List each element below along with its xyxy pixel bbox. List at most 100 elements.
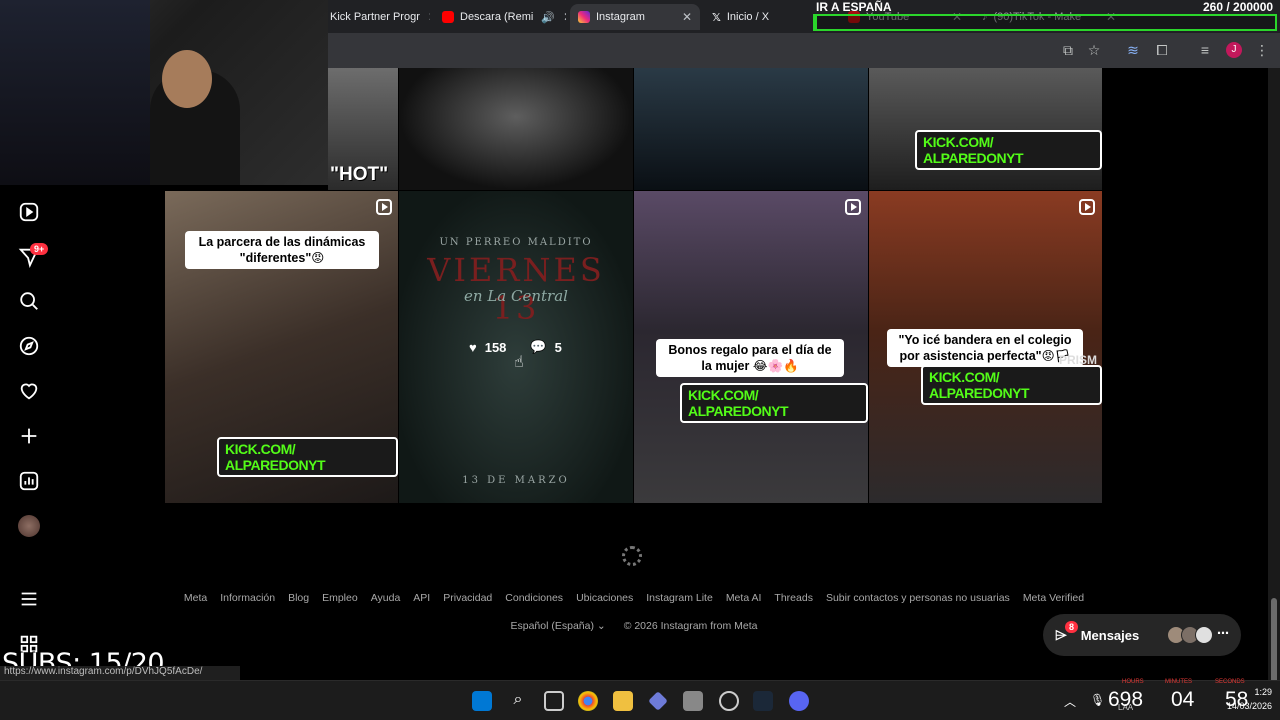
footer-link[interactable]: Ubicaciones xyxy=(576,592,633,604)
task-view-icon[interactable] xyxy=(544,691,564,711)
footer-link[interactable]: Threads xyxy=(774,592,813,604)
kick-banner: KICK.COM/ ALPAREDONYT xyxy=(680,383,868,423)
messages-button[interactable]: ⌲ 8 Mensajes ⋯ xyxy=(1043,614,1241,656)
tab-kick-label: Kick Partner Progr xyxy=(330,11,420,23)
footer-link[interactable]: Condiciones xyxy=(505,592,563,604)
chrome-icon[interactable] xyxy=(578,691,598,711)
language-label: Español (España) xyxy=(510,620,594,632)
footer-link[interactable]: Meta xyxy=(184,592,207,604)
x-logo-icon: 𝕏 xyxy=(712,11,721,24)
instagram-icon xyxy=(578,11,590,23)
tab-x[interactable]: 𝕏 Inicio / X xyxy=(704,4,809,30)
reel-icon xyxy=(376,199,392,215)
timer-minutes: 04 xyxy=(1171,688,1195,711)
likes-count: 158 xyxy=(484,339,507,355)
dashboard-icon[interactable] xyxy=(18,470,40,492)
footer-link[interactable]: Meta AI xyxy=(726,592,762,604)
avatar xyxy=(1195,626,1213,644)
footer-link[interactable]: API xyxy=(413,592,430,604)
tab-kick[interactable]: Kick Partner Progr ✕ xyxy=(322,4,430,30)
footer-link[interactable]: Instagram Lite xyxy=(646,592,713,604)
profile-avatar[interactable]: J xyxy=(1226,42,1242,58)
poster-top-text: UN PERREO MALDITO xyxy=(439,237,593,248)
kick-banner: KICK.COM/ ALPAREDONYT xyxy=(921,365,1102,405)
post-row-2[interactable]: UN PERREO MALDITO VIERNES 13 en La Centr… xyxy=(399,191,633,503)
puzzle-icon[interactable]: ⧠ xyxy=(1154,42,1170,58)
app-icon[interactable] xyxy=(719,691,739,711)
app-icon[interactable] xyxy=(648,691,668,711)
post-caption: "Yo icé bandera en el colegio por asiste… xyxy=(887,329,1083,367)
comments-count: 5 xyxy=(554,339,562,355)
language-select[interactable]: Español (España) ⌄ xyxy=(511,620,606,632)
install-app-icon[interactable]: ⧉ xyxy=(1060,42,1076,58)
bookmark-star-icon[interactable]: ☆ xyxy=(1086,42,1102,58)
explore-compass-icon[interactable] xyxy=(18,335,40,357)
footer-link[interactable]: Blog xyxy=(288,592,309,604)
mouse-cursor-icon: ☝ xyxy=(514,354,524,371)
tray-chevron-icon[interactable]: ︿ xyxy=(1064,693,1076,710)
footer-link[interactable]: Ayuda xyxy=(371,592,401,604)
kick-banner: KICK.COM/ ALPAREDONYT xyxy=(915,130,1102,170)
messages-label: Mensajes xyxy=(1080,627,1140,643)
post-caption: "HOT" xyxy=(330,164,389,185)
windows-taskbar: ⌕ ︿ 🎙 LAA 1:29 14/03/2026 xyxy=(0,680,1280,720)
close-icon[interactable]: ✕ xyxy=(420,10,430,24)
reel-icon xyxy=(845,199,861,215)
media-control-icon[interactable]: ≡ xyxy=(1197,42,1213,58)
discord-icon[interactable] xyxy=(789,691,809,711)
footer-link[interactable]: Privacidad xyxy=(443,592,492,604)
scrollbar[interactable] xyxy=(1268,68,1280,720)
tab-instagram[interactable]: Instagram ✕ xyxy=(570,4,700,30)
close-icon[interactable]: ✕ xyxy=(555,10,566,24)
kick-banner: KICK.COM/ ALPAREDONYT xyxy=(217,437,398,477)
post-row-3[interactable]: Bonos regalo para el día de la mujer 😂🌸🔥… xyxy=(634,191,868,503)
post-top-1[interactable]: "HOT" xyxy=(328,68,398,190)
post-row-1[interactable]: La parcera de las dinámicas "diferentes"… xyxy=(165,191,398,503)
loading-spinner-icon xyxy=(622,546,642,566)
more-icon: ⋯ xyxy=(1217,626,1229,640)
poster-sub-text: en La Central xyxy=(464,287,568,305)
reel-icon xyxy=(1079,199,1095,215)
footer-links: Meta Información Blog Empleo Ayuda API Privaci… xyxy=(0,592,1268,604)
post-row-4[interactable]: "Yo icé bandera en el colegio por asiste… xyxy=(869,191,1102,503)
speaker-icon[interactable]: 🔊 xyxy=(541,11,555,24)
goal-title: IR A ESPAÑA xyxy=(816,0,892,14)
heart-icon[interactable] xyxy=(18,380,40,402)
extension-icon[interactable]: ≋ xyxy=(1125,42,1141,58)
timer-hours-label: HOURS xyxy=(1122,679,1144,685)
post-top-4[interactable]: KICK.COM/ ALPAREDONYT xyxy=(869,68,1102,190)
tab-instagram-label: Instagram xyxy=(596,11,645,23)
profile-avatar-nav[interactable] xyxy=(18,515,40,537)
search-icon[interactable] xyxy=(18,290,40,312)
app-icon[interactable] xyxy=(683,691,703,711)
youtube-icon xyxy=(442,11,454,23)
footer-link[interactable]: Meta Verified xyxy=(1023,592,1084,604)
reels-icon[interactable] xyxy=(18,201,40,223)
footer-link[interactable]: Subir contactos y personas no usuarias xyxy=(826,592,1010,604)
goal-progress-fill xyxy=(815,16,818,29)
footer-link[interactable]: Información xyxy=(220,592,275,604)
footer-link[interactable]: Empleo xyxy=(322,592,358,604)
close-icon[interactable]: ✕ xyxy=(674,10,692,24)
timer-seconds: 58 xyxy=(1225,688,1249,711)
timer-hours: 698 xyxy=(1108,688,1144,711)
create-plus-icon[interactable] xyxy=(18,425,40,447)
post-top-3[interactable] xyxy=(634,68,868,190)
file-explorer-icon[interactable] xyxy=(613,691,633,711)
tab-descara[interactable]: Descara (Remi 🔊 ✕ xyxy=(434,4,566,30)
menu-kebab-icon[interactable]: ⋮ xyxy=(1254,42,1270,58)
start-icon[interactable] xyxy=(472,691,492,711)
tab-descara-label: Descara (Remi xyxy=(460,11,534,23)
screen: Kick Partner Progr ✕ Descara (Remi 🔊 ✕ I… xyxy=(0,0,1280,720)
profile-initial: J xyxy=(1231,44,1237,55)
search-taskbar-icon[interactable]: ⌕ xyxy=(508,691,528,711)
goal-count: 260 / 200000 xyxy=(1203,0,1274,14)
microphone-icon[interactable]: 🎙 xyxy=(1090,693,1105,707)
post-caption: La parcera de las dinámicas "diferentes"… xyxy=(185,231,379,269)
steam-icon[interactable] xyxy=(753,691,773,711)
notifications-badge: 9+ xyxy=(30,243,49,255)
goal-progress-bar xyxy=(813,14,1277,31)
webcam-overlay xyxy=(0,0,328,185)
timer-minutes-label: MINUTES xyxy=(1165,679,1192,685)
post-top-2[interactable] xyxy=(399,68,633,190)
